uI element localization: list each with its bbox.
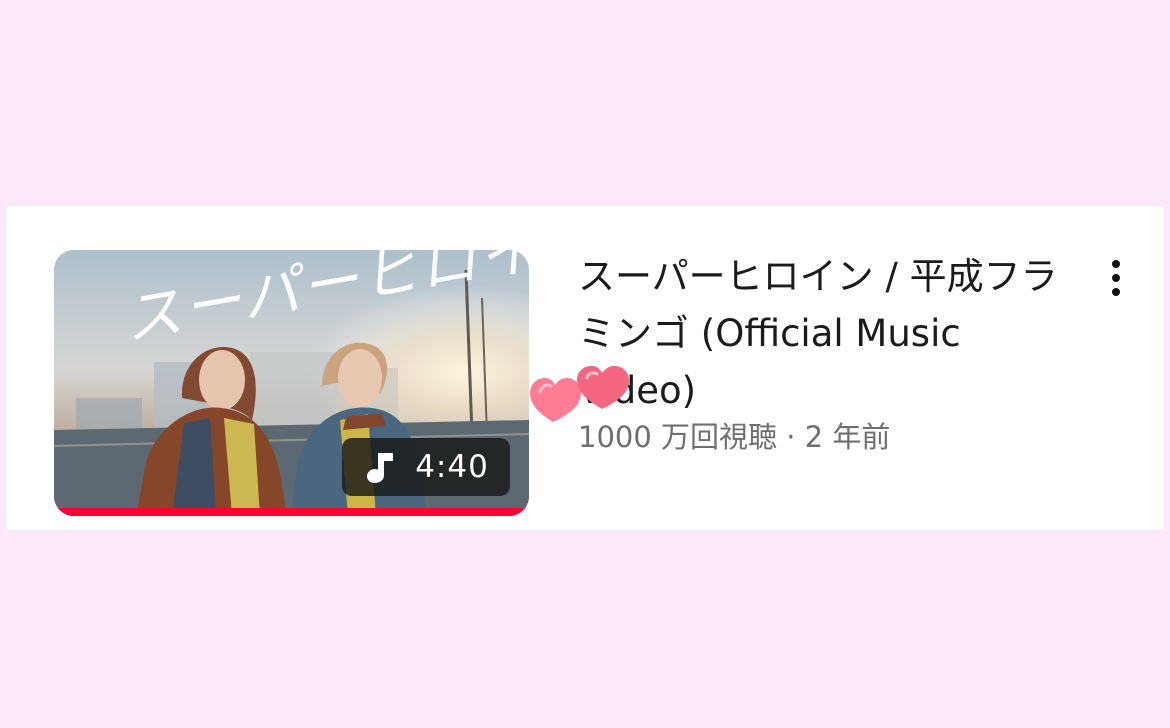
more-vertical-icon-dot [1112, 274, 1120, 282]
video-duration: 4:40 [415, 449, 489, 485]
hearts-sticker [530, 366, 629, 422]
more-vertical-icon-dot-bottom [1112, 288, 1120, 296]
more-options-button[interactable] [1098, 254, 1134, 302]
more-vertical-icon [1112, 260, 1120, 268]
duration-badge: 4:40 [342, 438, 510, 496]
watch-progress-bar [54, 508, 529, 516]
video-title[interactable]: スーパーヒロイン / 平成フラミンゴ (Official Music Video… [578, 248, 1078, 419]
video-thumbnail[interactable]: スーパーヒロイン 4:40 [54, 250, 529, 516]
music-note-icon [367, 453, 394, 483]
